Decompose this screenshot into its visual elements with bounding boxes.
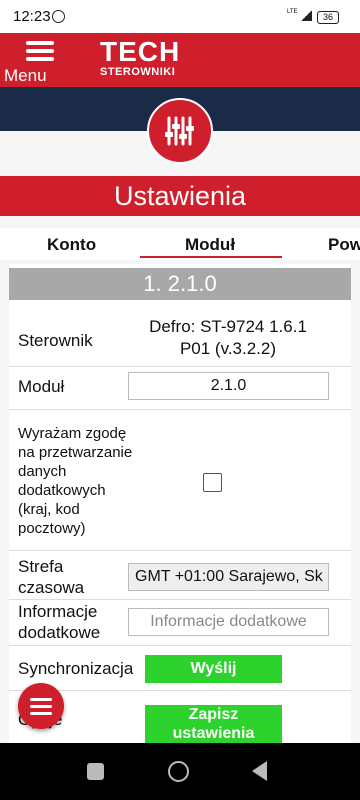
menu-label: Menu — [4, 66, 47, 85]
consent-label-line: danych — [18, 463, 67, 480]
info-label-line2: dodatkowe — [18, 623, 101, 642]
floating-menu-button[interactable] — [18, 683, 64, 729]
logo-sub-text: STEROWNIKI — [100, 66, 176, 78]
modul-value-field[interactable]: 2.1.0 — [128, 372, 329, 400]
network-type: LTE — [287, 9, 298, 15]
page-title: Ustawienia — [0, 176, 360, 216]
app-header: Menu TECH STEROWNIKI — [0, 33, 360, 87]
status-bar: 12:23 LTE 36 — [0, 0, 360, 33]
divider — [9, 599, 351, 600]
status-time: 12:23 — [13, 8, 51, 25]
consent-label-line: dodatkowych — [18, 482, 106, 499]
divider — [9, 550, 351, 551]
tab-konto[interactable]: Konto — [47, 235, 96, 255]
settings-badge — [147, 98, 213, 164]
info-label: Informacje dodatkowe — [18, 601, 100, 643]
divider — [9, 366, 351, 367]
info-label-line1: Informacje — [18, 602, 98, 621]
timezone-label: Strefa czasowa — [18, 556, 84, 598]
sterownik-value-line1: Defro: ST-9724 1.6.1 — [149, 317, 307, 336]
version-banner: 1. 2.1.0 — [9, 268, 351, 300]
divider — [9, 409, 351, 410]
tech-logo: TECH STEROWNIKI — [100, 36, 181, 79]
timezone-label-line2: czasowa — [18, 578, 85, 597]
consent-label-line: (kraj, kod — [18, 501, 80, 518]
hamburger-icon — [18, 683, 64, 715]
info-input[interactable]: Informacje dodatkowe — [128, 608, 329, 636]
sliders-icon — [165, 116, 194, 146]
save-button-line1: Zapisz — [188, 706, 239, 723]
timezone-label-line1: Strefa — [18, 557, 64, 576]
active-tab-indicator — [140, 256, 282, 258]
sync-label: Synchronizacja — [18, 659, 134, 678]
signal-icon — [300, 11, 312, 21]
hamburger-icon — [15, 41, 65, 61]
back-icon[interactable] — [252, 761, 267, 781]
timezone-select[interactable]: GMT +01:00 Sarajewo, Sk — [128, 563, 329, 591]
tab-modul[interactable]: Moduł — [185, 235, 235, 255]
consent-checkbox[interactable] — [203, 473, 222, 492]
consent-label-line: Wyrażam zgodę — [18, 425, 127, 442]
logo-main-text: TECH — [100, 36, 181, 67]
alarm-icon — [52, 10, 65, 23]
home-icon[interactable] — [168, 761, 189, 782]
divider — [9, 645, 351, 646]
battery-icon: 36 — [317, 11, 339, 24]
sterownik-value: Defro: ST-9724 1.6.1 P01 (v.3.2.2) — [128, 317, 328, 359]
tab-pow[interactable]: Pow — [328, 235, 360, 255]
sterownik-value-line2: P01 (v.3.2.2) — [179, 339, 277, 358]
recents-icon[interactable] — [87, 763, 104, 780]
tab-bar: Konto Moduł Pow — [0, 228, 360, 260]
save-settings-button[interactable]: Zapisz ustawienia — [145, 705, 282, 743]
sterownik-label: Sterownik — [18, 331, 93, 350]
modul-label: Moduł — [18, 377, 65, 396]
consent-label: Wyrażam zgodę na przetwarzanie danych do… — [18, 424, 132, 538]
sync-send-button[interactable]: Wyślij — [145, 655, 282, 683]
system-nav-bar — [0, 743, 360, 800]
save-button-line2: ustawienia — [172, 725, 255, 742]
consent-label-line: na przetwarzanie — [18, 444, 133, 461]
consent-label-line: pocztowy) — [18, 520, 86, 537]
